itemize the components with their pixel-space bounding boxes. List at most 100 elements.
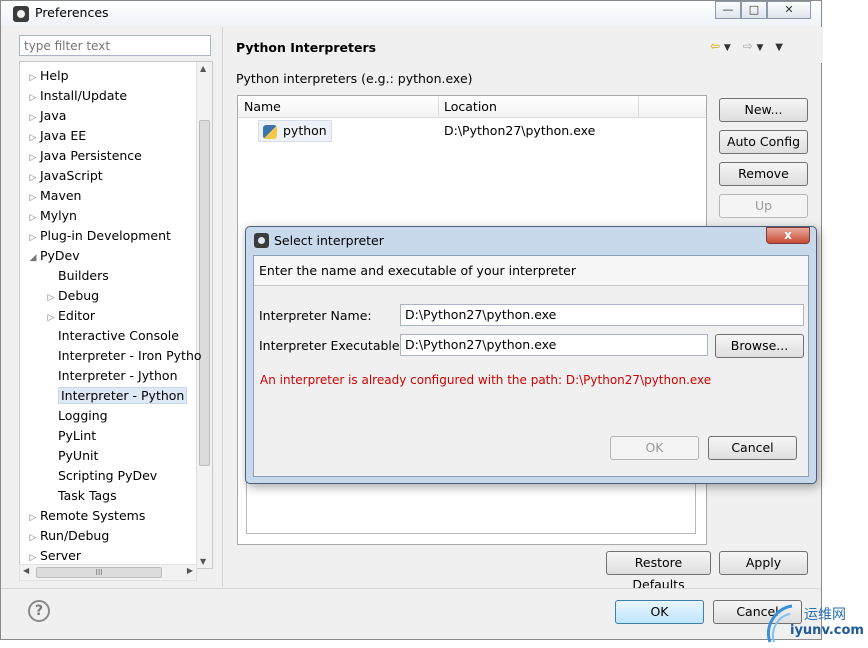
close-window-button[interactable]: ✕ [767,1,811,19]
sidebar-item-label: Run/Debug [40,528,110,543]
collapsed-arrow-icon[interactable]: ▷ [26,108,40,128]
scroll-down-icon[interactable]: ▼ [200,557,206,566]
auto-config-button[interactable]: Auto Config [719,130,808,154]
collapsed-arrow-icon[interactable]: ▷ [26,168,40,188]
sidebar-item[interactable]: Logging [44,406,108,426]
view-menu-icon[interactable]: ▼ [775,42,783,53]
interpreter-name-field[interactable]: D:\Python27\python.exe [400,304,804,326]
scroll-left-icon[interactable]: ◀ [23,566,29,575]
sidebar-item[interactable]: ▷ Mylyn [26,206,77,226]
sidebar-item[interactable]: Scripting PyDev [44,466,157,486]
column-header-name[interactable]: Name [244,99,281,114]
forward-menu-chevron-icon[interactable]: ▼ [757,43,764,53]
sidebar-item[interactable]: PyUnit [44,446,98,466]
sidebar-item-label: Interactive Console [58,328,179,343]
sidebar-item-label: Maven [40,188,82,203]
apply-button[interactable]: Apply [719,551,808,575]
collapsed-arrow-icon[interactable]: ▷ [26,148,40,168]
sidebar-item-label: Debug [58,288,100,303]
sidebar-item-label: Editor [58,308,95,323]
dialog-title: Select interpreter [274,233,384,248]
sidebar-item[interactable]: Builders [44,266,109,286]
sidebar-item[interactable]: ▷ Help [26,66,69,86]
remove-button[interactable]: Remove [719,162,808,186]
restore-defaults-button[interactable]: Restore Defaults [606,551,711,592]
sidebar-item[interactable]: Task Tags [44,486,117,506]
sidebar-item[interactable]: PyLint [44,426,96,446]
tree-vertical-scroll-thumb[interactable] [199,120,210,466]
sidebar-item[interactable]: Interpreter - Python [44,386,188,406]
collapsed-arrow-icon[interactable]: ▷ [26,128,40,148]
sidebar-item[interactable]: ▷ Java [26,106,67,128]
sidebar-item-label: Mylyn [40,208,77,223]
maximize-button[interactable]: □ [741,1,767,19]
forward-arrow-icon[interactable]: ⇨ [743,39,753,53]
collapsed-arrow-icon[interactable]: ▷ [26,528,40,548]
back-arrow-icon[interactable]: ⇦ [710,39,720,53]
sidebar-item-label: Server [40,548,81,563]
sidebar-item[interactable]: ▷ Plug-in Development [26,226,171,246]
dialog-message-area: Enter the name and executable of your in… [254,256,808,286]
ok-button[interactable]: OK [615,600,704,624]
interpreter-name-label: Interpreter Name: [259,308,372,323]
sidebar-item[interactable]: ▷ Editor [44,306,95,326]
sidebar-item[interactable]: Interpreter - Jython [44,366,178,386]
collapsed-arrow-icon[interactable]: ▷ [26,188,40,208]
page-header: Python Interpreters ⇦ ▼ ⇨ ▼ ▼ [224,27,823,63]
expanded-arrow-icon[interactable]: ◢ [26,248,40,268]
dialog-message: Enter the name and executable of your in… [259,263,576,278]
sidebar-item-label: Remote Systems [40,508,146,523]
help-icon[interactable]: ? [28,600,50,622]
sidebar-item[interactable]: Interactive Console [44,326,179,346]
column-divider[interactable] [438,96,439,118]
sidebar-item-label: Builders [58,268,109,283]
column-divider[interactable] [638,96,639,118]
sidebar-item[interactable]: Interpreter - Iron Pytho [44,346,202,366]
sidebar-item-label: Plug-in Development [40,228,171,243]
sidebar-item[interactable]: ◢ PyDev [26,246,80,266]
collapsed-arrow-icon[interactable]: ▷ [26,508,40,528]
dialog-close-button[interactable]: x [766,227,810,244]
sidebar-item[interactable]: ▷ Maven [26,186,82,208]
window-title: Preferences [35,5,109,20]
sidebar-item-label: Java Persistence [40,148,142,163]
collapsed-arrow-icon[interactable]: ▷ [26,88,40,108]
interpreter-location-cell[interactable]: D:\Python27\python.exe [444,123,595,138]
column-header-location[interactable]: Location [444,99,497,114]
collapsed-arrow-icon[interactable]: ▷ [26,208,40,228]
sidebar-item[interactable]: ▷ Server [26,546,81,566]
up-button[interactable]: Up [719,194,808,218]
scroll-up-icon[interactable]: ▲ [200,64,206,73]
interpreter-name-cell[interactable]: python [258,120,332,142]
dialog-body: Enter the name and executable of your in… [253,255,809,477]
sidebar-item[interactable]: ▷ JavaScript [26,166,103,186]
sidebar-item[interactable]: ▷ Java EE [26,126,87,148]
tree-vertical-scrollbar[interactable]: ▲ ▼ [196,62,212,568]
dialog-ok-button[interactable]: OK [610,436,699,460]
filter-input[interactable] [19,35,211,56]
minimize-button[interactable]: — [715,1,741,19]
select-interpreter-dialog: Select interpreter x Enter the name and … [245,226,817,484]
new-button[interactable]: New... [719,98,808,122]
back-menu-chevron-icon[interactable]: ▼ [724,43,731,53]
sidebar-item[interactable]: ▷ Install/Update [26,86,128,108]
collapsed-arrow-icon[interactable]: ▷ [26,68,40,88]
sash-divider[interactable] [222,27,223,587]
sidebar-item-label: PyLint [58,428,97,443]
sidebar-item-label: Install/Update [40,88,128,103]
collapsed-arrow-icon[interactable]: ▷ [26,228,40,248]
collapsed-arrow-icon[interactable]: ▷ [44,308,58,328]
dialog-cancel-button[interactable]: Cancel [708,436,797,460]
interpreter-executable-field[interactable]: D:\Python27\python.exe [400,334,708,356]
sidebar-item[interactable]: ▷ Java Persistence [26,146,142,166]
tree-horizontal-scroll-thumb[interactable]: III [36,567,162,578]
scroll-right-icon[interactable]: ▶ [187,566,193,575]
sidebar-item[interactable]: ▷ Debug [44,286,100,308]
collapsed-arrow-icon[interactable]: ▷ [44,288,58,308]
interpreter-name: python [283,123,327,138]
table-header: Name Location [238,96,706,118]
browse-button[interactable]: Browse... [715,334,804,358]
sidebar-item[interactable]: ▷ Remote Systems [26,506,146,528]
sidebar-item[interactable]: ▷ Run/Debug [26,526,110,548]
tree-horizontal-scrollbar[interactable]: ◀ III ▶ [19,564,197,581]
